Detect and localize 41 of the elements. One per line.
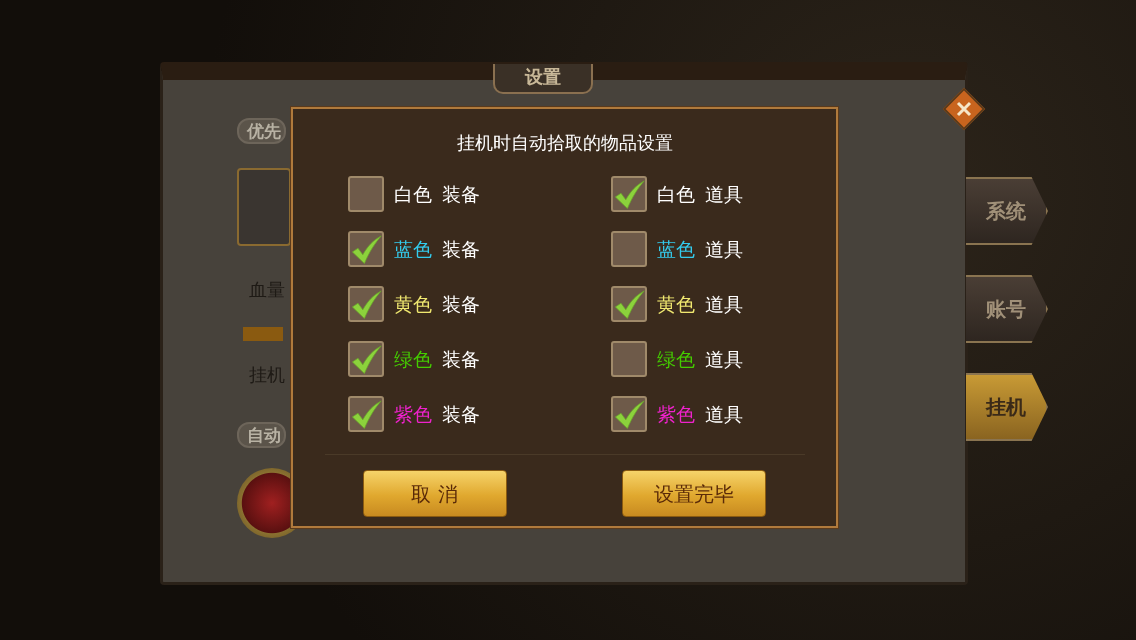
color-label: 蓝色: [657, 236, 695, 262]
color-label: 黄色: [394, 291, 432, 317]
checkbox[interactable]: [611, 231, 647, 267]
checkbox[interactable]: [611, 286, 647, 322]
section-header: 优先: [237, 118, 286, 144]
dialog-button[interactable]: 取 消: [362, 470, 507, 517]
color-label: 白色: [657, 181, 695, 207]
category-label: 道具: [705, 346, 743, 372]
dialog-button[interactable]: 设置完毕: [621, 470, 766, 517]
color-label: 白色: [394, 181, 432, 207]
color-label: 绿色: [657, 346, 695, 372]
category-label: 装备: [442, 181, 480, 207]
checkbox[interactable]: [348, 176, 384, 212]
color-label: 紫色: [394, 401, 432, 427]
section-header: 自动: [237, 422, 286, 448]
category-label: 道具: [705, 181, 743, 207]
color-label: 黄色: [657, 291, 695, 317]
checkbox[interactable]: [348, 396, 384, 432]
category-label: 道具: [705, 401, 743, 427]
checkbox[interactable]: [611, 341, 647, 377]
checkbox[interactable]: [348, 231, 384, 267]
category-label: 道具: [705, 291, 743, 317]
category-label: 装备: [442, 291, 480, 317]
checkbox[interactable]: [348, 286, 384, 322]
color-label: 紫色: [657, 401, 695, 427]
side-tab[interactable]: 挂机: [966, 373, 1048, 441]
category-label: 装备: [442, 236, 480, 262]
slider-bar: [243, 327, 283, 341]
panel-title: 设置: [493, 64, 593, 94]
side-tab[interactable]: 账号: [966, 275, 1048, 343]
category-label: 装备: [442, 401, 480, 427]
checkbox[interactable]: [611, 396, 647, 432]
dialog-title: 挂机时自动拾取的物品设置: [456, 131, 673, 155]
category-label: 装备: [442, 346, 480, 372]
checkbox[interactable]: [348, 341, 384, 377]
checkbox[interactable]: [611, 176, 647, 212]
color-label: 蓝色: [394, 236, 432, 262]
color-label: 绿色: [394, 346, 432, 372]
side-tab[interactable]: 系统: [966, 177, 1048, 245]
close-icon: [956, 101, 972, 117]
category-label: 道具: [705, 236, 743, 262]
